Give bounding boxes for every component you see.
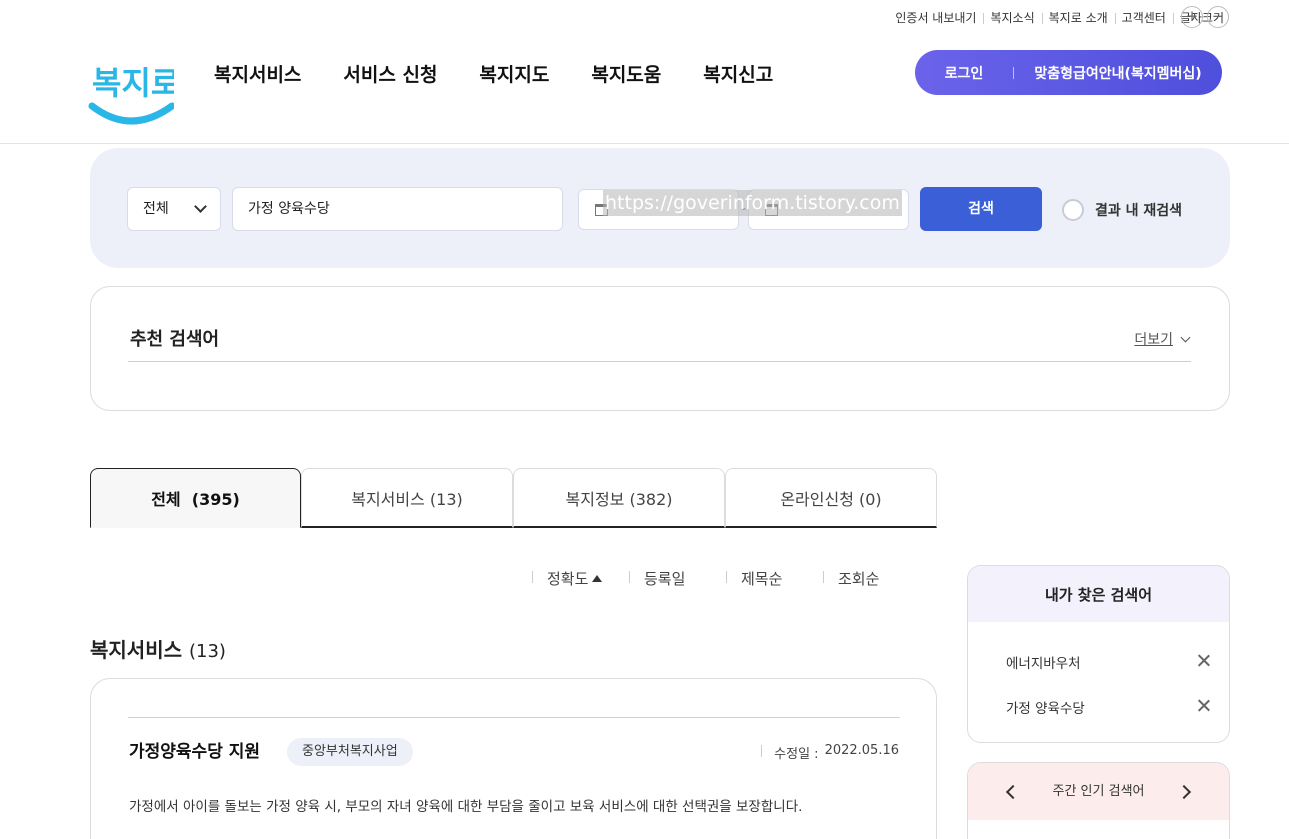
- search-button[interactable]: 검색: [920, 187, 1042, 231]
- login-membership-pill: 로그인 맞춤형급여안내(복지멤버십): [915, 50, 1222, 95]
- result-card[interactable]: 가정양육수당 지원 중앙부처복지사업 수정일 : 2022.05.16 가정에서…: [90, 678, 937, 839]
- section-title-text: 복지서비스: [90, 638, 182, 662]
- header-divider: [0, 143, 1289, 144]
- sort-accuracy-label: 정확도: [547, 570, 589, 588]
- my-keywords-panel: 내가 찾은 검색어 에너지바우처 가정 양육수당: [967, 565, 1230, 743]
- result-title[interactable]: 가정양육수당 지원: [129, 737, 260, 762]
- sort-up-icon: [592, 575, 603, 582]
- nav-welfare-report[interactable]: 복지신고: [703, 60, 773, 90]
- chevron-right-icon[interactable]: [1176, 784, 1192, 800]
- tab-welfare-service[interactable]: 복지서비스 (13): [301, 468, 513, 528]
- weekly-popular-panel: 주간 인기 검색어: [967, 762, 1230, 839]
- recommended-keywords-card: 추천 검색어 더보기: [90, 286, 1230, 411]
- result-date-value: 2022.05.16: [824, 743, 899, 758]
- chevron-down-icon: [194, 200, 207, 213]
- tab-welfare-info[interactable]: 복지정보 (382): [513, 468, 725, 528]
- more-button[interactable]: 더보기: [1134, 329, 1191, 349]
- category-select[interactable]: 전체: [127, 187, 221, 231]
- util-cert-export[interactable]: 인증서 내보내기: [888, 9, 983, 26]
- close-icon[interactable]: [1198, 654, 1210, 666]
- bokjiro-logo[interactable]: 복지로: [88, 48, 174, 128]
- result-badge: 중앙부처복지사업: [287, 738, 413, 766]
- utility-bar: 인증서 내보내기 복지소식 복지로 소개 고객센터 글자크기: [888, 6, 1231, 28]
- re-search-radio[interactable]: [1062, 199, 1084, 221]
- sort-options: 정확도 등록일 제목순 조회순: [532, 568, 920, 589]
- util-about[interactable]: 복지로 소개: [1041, 9, 1115, 26]
- my-keyword-label[interactable]: 가정 양육수당: [1006, 701, 1085, 717]
- my-keyword-label[interactable]: 에너지바우처: [1006, 656, 1081, 672]
- font-minus-button[interactable]: −: [1207, 6, 1229, 28]
- nav-welfare-help[interactable]: 복지도움: [591, 60, 661, 90]
- category-select-value: 전체: [143, 201, 169, 217]
- result-divider: [128, 717, 900, 718]
- re-search-option[interactable]: 결과 내 재검색: [1062, 199, 1182, 221]
- more-label: 더보기: [1134, 332, 1173, 348]
- chevron-down-icon: [1180, 332, 1191, 342]
- re-search-label: 결과 내 재검색: [1095, 203, 1183, 219]
- main-nav: 복지서비스 서비스 신청 복지지도 복지도움 복지신고: [214, 60, 815, 90]
- my-keyword-item[interactable]: 에너지바우처: [1006, 652, 1210, 672]
- nav-welfare-map[interactable]: 복지지도: [479, 60, 549, 90]
- watermark-overlay: https://goverinform.tistory.com: [603, 190, 902, 216]
- sort-views[interactable]: 조회순: [823, 568, 920, 589]
- util-customer-center[interactable]: 고객센터: [1114, 9, 1173, 26]
- util-welfare-news[interactable]: 복지소식: [983, 9, 1041, 26]
- nav-service-apply[interactable]: 서비스 신청: [343, 60, 437, 90]
- my-keyword-item[interactable]: 가정 양육수당: [1006, 697, 1210, 717]
- result-date-label: 수정일 :: [774, 747, 819, 762]
- tab-online-apply[interactable]: 온라인신청 (0): [725, 468, 937, 528]
- result-tabs: 전체 (395) 복지서비스 (13) 복지정보 (382) 온라인신청 (0): [90, 468, 937, 528]
- recommended-divider: [128, 361, 1191, 362]
- sort-title[interactable]: 제목순: [726, 568, 823, 589]
- result-date: 수정일 : 2022.05.16: [761, 743, 899, 762]
- membership-button[interactable]: 맞춤형급여안내(복지멤버십): [1014, 63, 1222, 83]
- svg-text:복지로: 복지로: [92, 64, 174, 102]
- tab-all[interactable]: 전체 (395): [90, 468, 301, 528]
- result-description: 가정에서 아이를 돌보는 가정 양육 시, 부모의 자녀 양육에 대한 부담을 …: [129, 799, 803, 815]
- search-panel: 전체 가정 양육수당 - https://goverinform.tistory…: [90, 148, 1230, 268]
- close-icon[interactable]: [1198, 699, 1210, 711]
- weekly-popular-header: 주간 인기 검색어: [968, 763, 1229, 820]
- my-keywords-title: 내가 찾은 검색어: [968, 566, 1229, 622]
- font-plus-button[interactable]: +: [1181, 6, 1203, 28]
- section-title: 복지서비스 (13): [90, 634, 226, 663]
- section-count: (13): [188, 641, 226, 662]
- weekly-popular-title: 주간 인기 검색어: [1052, 784, 1145, 799]
- nav-welfare-service[interactable]: 복지서비스: [214, 60, 301, 90]
- chevron-left-icon[interactable]: [1005, 784, 1021, 800]
- sort-date[interactable]: 등록일: [629, 568, 726, 589]
- login-button[interactable]: 로그인: [915, 63, 1013, 83]
- sort-accuracy[interactable]: 정확도: [532, 568, 629, 589]
- search-input[interactable]: 가정 양육수당: [232, 187, 563, 231]
- recommended-title: 추천 검색어: [130, 329, 220, 350]
